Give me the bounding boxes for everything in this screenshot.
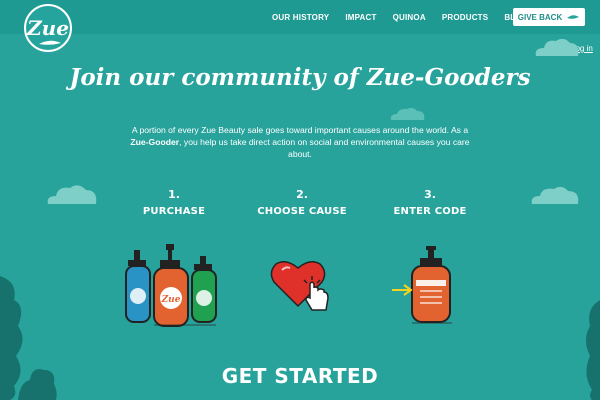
bottle-code-icon bbox=[392, 246, 452, 324]
nav-impact[interactable]: IMPACT bbox=[345, 13, 376, 22]
step-2-number: 2. bbox=[296, 188, 308, 201]
logo-text: Zue bbox=[27, 16, 69, 40]
page-headline: Join our community of Zue-Gooders bbox=[69, 64, 531, 91]
step-3-number: 3. bbox=[424, 188, 436, 201]
intro-bold-text: Zue-Gooder bbox=[130, 137, 180, 147]
cloud-icon bbox=[47, 185, 97, 204]
leaf-icon bbox=[39, 40, 61, 45]
main-nav: OUR HISTORY IMPACT QUINOA PRODUCTS BLOG bbox=[272, 0, 544, 34]
give-back-label: GIVE BACK bbox=[517, 12, 563, 22]
step-2-label: CHOOSE CAUSE bbox=[257, 206, 347, 217]
bottles-icon: Zue bbox=[125, 244, 217, 327]
heart-click-icon bbox=[270, 261, 329, 311]
cloud-icon bbox=[535, 38, 579, 56]
nav-products[interactable]: PRODUCTS bbox=[442, 13, 489, 22]
give-back-button[interactable]: GIVE BACK bbox=[513, 8, 585, 26]
zue-logo[interactable]: Zue bbox=[24, 4, 72, 52]
nav-quinoa[interactable]: QUINOA bbox=[393, 13, 426, 22]
svg-text:Zue: Zue bbox=[161, 295, 181, 305]
step-1-number: 1. bbox=[168, 188, 180, 201]
step-3-label: ENTER CODE bbox=[393, 206, 467, 217]
cloud-icon bbox=[390, 107, 425, 120]
intro-text-end: , you help us take direct action on soci… bbox=[179, 137, 470, 159]
intro-text-start: A portion of every Zue Beauty sale goes … bbox=[131, 125, 469, 135]
leaf-icon bbox=[567, 15, 580, 19]
arrow-right-icon bbox=[392, 284, 413, 296]
step-1-label: PURCHASE bbox=[142, 206, 206, 217]
nav-our-history[interactable]: OUR HISTORY bbox=[272, 13, 329, 22]
get-started-button[interactable]: GET STARTED bbox=[0, 364, 600, 388]
cloud-icon bbox=[531, 186, 579, 204]
intro-paragraph: A portion of every Zue Beauty sale goes … bbox=[122, 124, 478, 160]
